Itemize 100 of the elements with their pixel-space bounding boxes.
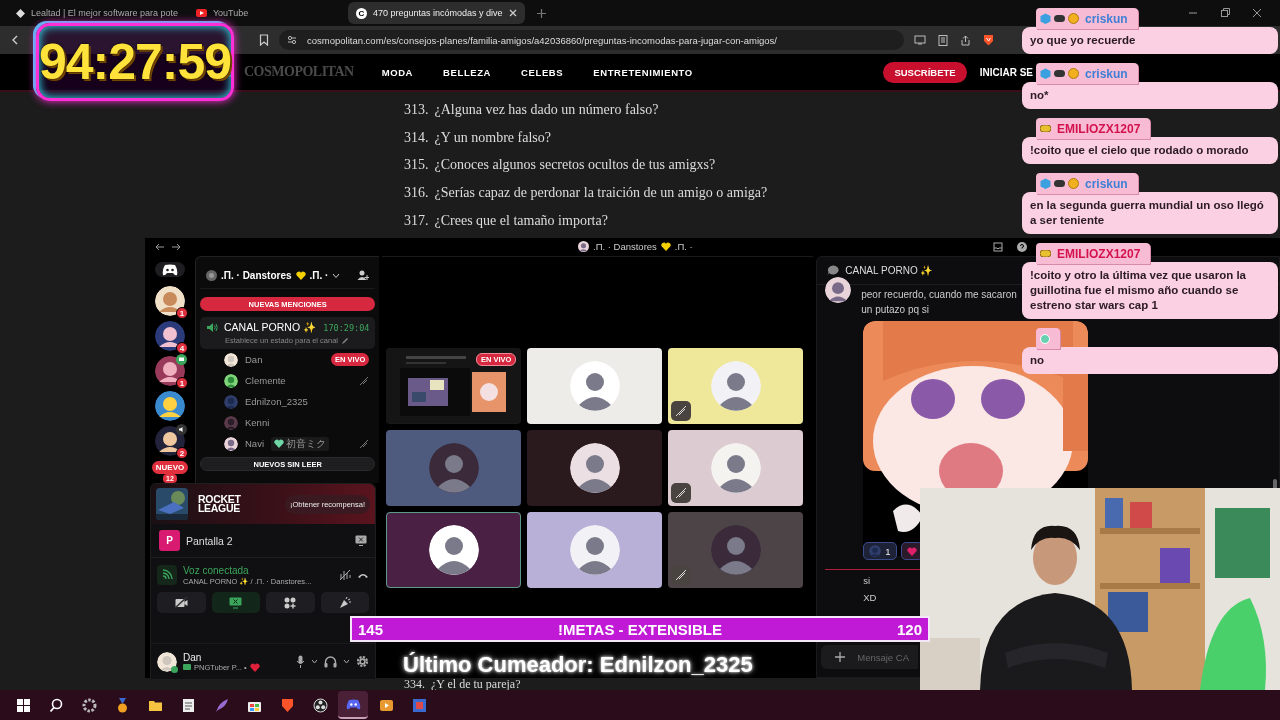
- unread-badge: 4: [176, 342, 188, 354]
- channel-name: CANAL PORNO ✨: [224, 321, 316, 334]
- subscribe-button[interactable]: SUSCRÍBETE: [883, 61, 967, 83]
- soundboard-button[interactable]: [320, 592, 369, 613]
- message-field[interactable]: Mensaje CA: [821, 645, 919, 669]
- site-settings-icon[interactable]: [287, 35, 297, 45]
- close-icon[interactable]: [508, 9, 517, 17]
- forward-icon[interactable]: [171, 243, 181, 251]
- heart-icon: [660, 242, 671, 251]
- share-icon[interactable]: [960, 34, 971, 46]
- member-name: Clemente: [245, 375, 286, 386]
- message-text: peor recuerdo, cuando me sacaron un putazo pq si: [861, 288, 1018, 317]
- avatar: [428, 525, 479, 575]
- add-friend-icon[interactable]: [357, 270, 370, 281]
- username: criskun: [1085, 11, 1128, 26]
- member-item[interactable]: Kenni: [200, 412, 376, 433]
- participant-tile[interactable]: [386, 430, 522, 506]
- participant-tile[interactable]: [668, 348, 804, 424]
- avatar: [428, 443, 479, 493]
- lion-icon[interactable]: [983, 34, 994, 46]
- plus-icon[interactable]: [835, 652, 846, 662]
- help-icon[interactable]: [1017, 242, 1027, 252]
- participant-tile[interactable]: [527, 348, 663, 424]
- lion-icon[interactable]: [279, 697, 295, 713]
- avatar: [710, 361, 761, 411]
- nav-link[interactable]: MODA: [381, 66, 414, 78]
- diamond-icon: [16, 8, 25, 18]
- restore-icon[interactable]: [1220, 8, 1230, 18]
- stop-stream-icon[interactable]: [355, 535, 367, 546]
- coin-icon: [1068, 13, 1079, 24]
- gamepad-icon: [162, 263, 178, 276]
- plus-icon[interactable]: [536, 8, 546, 18]
- server-icon: [206, 270, 217, 281]
- camera-off-icon: [174, 597, 188, 608]
- member-item[interactable]: Clemente: [200, 370, 376, 391]
- username: EMILIOZX1207: [1057, 121, 1141, 136]
- member-item[interactable]: Navi 初音ミク: [200, 433, 376, 454]
- chevron-down-icon[interactable]: [332, 272, 341, 279]
- game-icon: [183, 664, 191, 670]
- screen-share-icon: [229, 596, 243, 609]
- member-name: Ednilzon_2325: [245, 396, 308, 407]
- windows-icon[interactable]: [15, 697, 31, 713]
- avatar: [569, 525, 620, 575]
- camera-off-button[interactable]: [157, 592, 206, 613]
- taskbar-button[interactable]: [338, 691, 368, 719]
- chevron-down-icon[interactable]: [311, 659, 318, 664]
- bookmark-icon[interactable]: [259, 34, 269, 46]
- gear-icon[interactable]: [81, 697, 97, 713]
- cast-icon[interactable]: [914, 35, 926, 45]
- question-number: 316.: [404, 185, 429, 203]
- member-item[interactable]: Ednilzon_2325: [200, 391, 376, 412]
- question-text: ¿Alguna vez has dado un número falso?: [434, 102, 659, 119]
- notepad-icon[interactable]: [180, 697, 196, 713]
- back-icon[interactable]: [10, 35, 20, 45]
- home-button[interactable]: [155, 262, 185, 277]
- browser-tab[interactable]: Lealtad | El mejor software para pote: [8, 2, 186, 24]
- participant-tile[interactable]: [668, 512, 804, 588]
- close-icon[interactable]: [1252, 8, 1262, 18]
- chat-message: yo que yo recuerde: [1022, 27, 1278, 54]
- nav-link[interactable]: BELLEZA: [443, 66, 492, 78]
- participant-tile[interactable]: [668, 430, 804, 506]
- question-number: 334.: [404, 678, 425, 690]
- participant-tile[interactable]: [527, 430, 663, 506]
- inbox-icon[interactable]: [993, 242, 1003, 252]
- speaker-icon: [176, 424, 187, 435]
- cube-icon: [1040, 178, 1051, 189]
- question-number: 317.: [404, 212, 429, 230]
- activities-icon: [284, 596, 297, 609]
- server-name[interactable]: .П. ·: [309, 270, 329, 281]
- browser-tab[interactable]: C 470 preguntas incómodas y dive: [347, 2, 525, 24]
- settings-icon[interactable]: [356, 655, 369, 668]
- avatar: [710, 443, 761, 493]
- obs-icon[interactable]: [312, 697, 328, 713]
- feather-icon[interactable]: [213, 697, 229, 713]
- back-icon[interactable]: [155, 243, 165, 251]
- pencil-icon: [341, 336, 349, 345]
- activities-button[interactable]: [266, 592, 315, 613]
- chevron-down-icon[interactable]: [343, 659, 350, 664]
- question-text: ¿Serías capaz de perdonar la traición de un amigo o amiga?: [434, 185, 768, 203]
- search-icon[interactable]: [48, 697, 64, 713]
- nav-link[interactable]: CELEBS: [521, 66, 564, 78]
- game-icon[interactable]: [411, 697, 427, 713]
- chat-bubble-icon: [827, 265, 840, 276]
- server-name[interactable]: .П. · Danstores: [221, 270, 292, 281]
- reader-icon[interactable]: [938, 34, 948, 46]
- stream-avatar: P: [159, 530, 180, 551]
- noise-icon[interactable]: [339, 569, 351, 581]
- hang-up-icon[interactable]: [357, 571, 369, 579]
- new-badge[interactable]: NUEVO: [151, 461, 189, 474]
- microphone-icon[interactable]: [296, 655, 305, 668]
- participant-tile[interactable]: [527, 512, 663, 588]
- media-player-icon[interactable]: [378, 697, 394, 713]
- login-link[interactable]: INICIAR SE: [979, 66, 1033, 78]
- address-bar[interactable]: cosmopolitan.com/es/consejos-planes/familia-amigos/a42036860/preguntas-incomodas-para-jugar-con-amigos/: [279, 30, 904, 50]
- member-name: Dan: [245, 354, 263, 365]
- screen-share-button[interactable]: [211, 592, 260, 613]
- participant-tile[interactable]: [386, 512, 522, 588]
- nav-link[interactable]: ENTRETENIMIENTO: [593, 66, 693, 78]
- headphones-icon[interactable]: [324, 655, 337, 668]
- browser-tab[interactable]: YouTube: [187, 2, 346, 24]
